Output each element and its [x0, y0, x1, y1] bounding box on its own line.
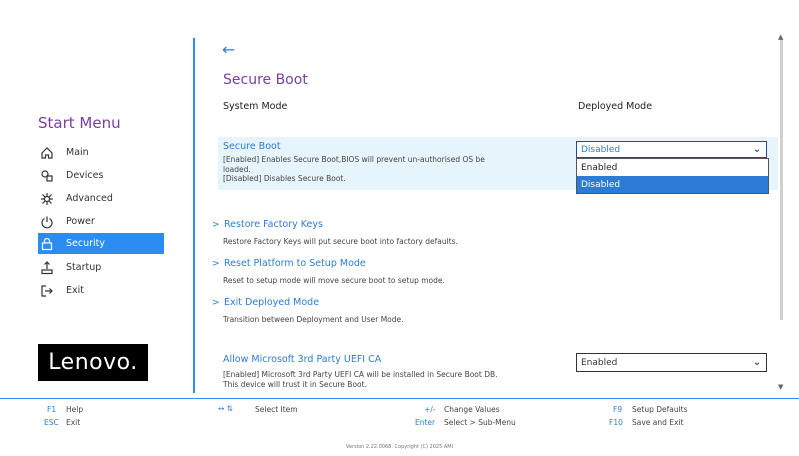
exit-deployed-mode-desc: Transition between Deployment and User M… — [223, 315, 404, 324]
back-arrow-icon[interactable]: ← — [222, 40, 235, 59]
f1-label: Help — [66, 405, 84, 414]
sidebar-item-label: Advanced — [66, 193, 113, 204]
save-and-exit-label: Save and Exit — [632, 418, 684, 427]
sidebar-item-startup[interactable]: Startup — [38, 257, 164, 278]
sidebar-item-label: Devices — [66, 170, 104, 181]
secure-boot-dropdown-value: Disabled — [581, 144, 621, 155]
third-party-ca-description: [Enabled] Microsoft 3rd Party UEFI CA wi… — [223, 370, 498, 389]
sidebar-item-power[interactable]: Power — [38, 211, 164, 232]
sidebar-item-main[interactable]: Main — [38, 142, 164, 163]
scroll-down-icon[interactable]: ▼ — [778, 383, 783, 391]
sidebar-item-label: Main — [66, 147, 89, 158]
sidebar-item-label: Power — [66, 216, 95, 227]
restore-factory-keys-link[interactable]: > Restore Factory Keys — [212, 219, 323, 230]
sidebar-item-security[interactable]: Security — [38, 233, 164, 254]
option-enabled[interactable]: Enabled — [577, 159, 768, 176]
chevron-right-icon: > — [212, 219, 220, 230]
enter-key: Enter — [415, 418, 436, 427]
sidebar-item-exit[interactable]: Exit — [38, 280, 164, 301]
option-disabled[interactable]: Disabled — [577, 176, 768, 193]
third-party-ca-value: Enabled — [581, 357, 618, 368]
footer-divider — [0, 398, 799, 399]
sidebar-item-label: Exit — [66, 285, 84, 296]
chevron-down-icon: ⌄ — [752, 144, 762, 155]
third-party-ca-dropdown[interactable]: Enabled ⌄ — [576, 353, 767, 372]
sidebar-item-label: Security — [66, 238, 106, 249]
exit-icon — [38, 283, 56, 299]
esc-key: ESC — [44, 418, 59, 427]
exit-deployed-mode-link[interactable]: > Exit Deployed Mode — [212, 297, 319, 308]
esc-label: Exit — [66, 418, 81, 427]
secure-boot-title: Secure Boot — [223, 141, 281, 152]
sidebar-item-devices[interactable]: Devices — [38, 165, 164, 186]
sidebar-item-label: Startup — [66, 262, 102, 273]
arrow-keys-icon: ↔ ⇅ — [218, 404, 233, 413]
select-submenu-label: Select > Sub-Menu — [444, 418, 516, 427]
secure-boot-options-list: Enabled Disabled — [576, 158, 769, 194]
restore-factory-keys-desc: Restore Factory Keys will put secure boo… — [223, 237, 458, 246]
f9-key: F9 — [613, 405, 623, 414]
setup-defaults-label: Setup Defaults — [632, 405, 688, 414]
f1-key: F1 — [47, 405, 57, 414]
plus-minus-key: +/- — [424, 405, 436, 414]
page-title: Secure Boot — [223, 72, 308, 88]
chevron-right-icon: > — [212, 297, 220, 308]
secure-boot-dropdown[interactable]: Disabled ⌄ — [576, 141, 767, 158]
system-mode-label: System Mode — [223, 101, 288, 112]
startup-icon — [38, 260, 56, 276]
chevron-right-icon: > — [212, 258, 220, 269]
reset-platform-desc: Reset to setup mode will move secure boo… — [223, 276, 445, 285]
reset-platform-link[interactable]: > Reset Platform to Setup Mode — [212, 258, 366, 269]
panel-divider — [193, 38, 195, 393]
version-text: Version 2.22.0068. Copyright (C) 2025 AM… — [345, 444, 454, 450]
start-menu-title: Start Menu — [38, 114, 121, 132]
home-icon — [38, 145, 56, 161]
system-mode-value: Deployed Mode — [578, 101, 653, 112]
sidebar-item-advanced[interactable]: Advanced — [38, 188, 164, 209]
third-party-ca-title: Allow Microsoft 3rd Party UEFI CA — [223, 354, 382, 365]
f10-key: F10 — [609, 418, 623, 427]
lenovo-logo: Lenovo. — [38, 344, 148, 381]
power-icon — [38, 214, 56, 230]
secure-boot-description: [Enabled] Enables Secure Boot,BIOS will … — [223, 155, 485, 183]
chevron-down-icon: ⌄ — [752, 357, 762, 368]
devices-icon — [38, 168, 56, 184]
lock-icon — [38, 236, 56, 252]
advanced-icon — [38, 191, 56, 207]
scrollbar[interactable] — [780, 40, 783, 320]
change-values-label: Change Values — [444, 405, 500, 414]
select-item-label: Select Item — [255, 405, 298, 414]
